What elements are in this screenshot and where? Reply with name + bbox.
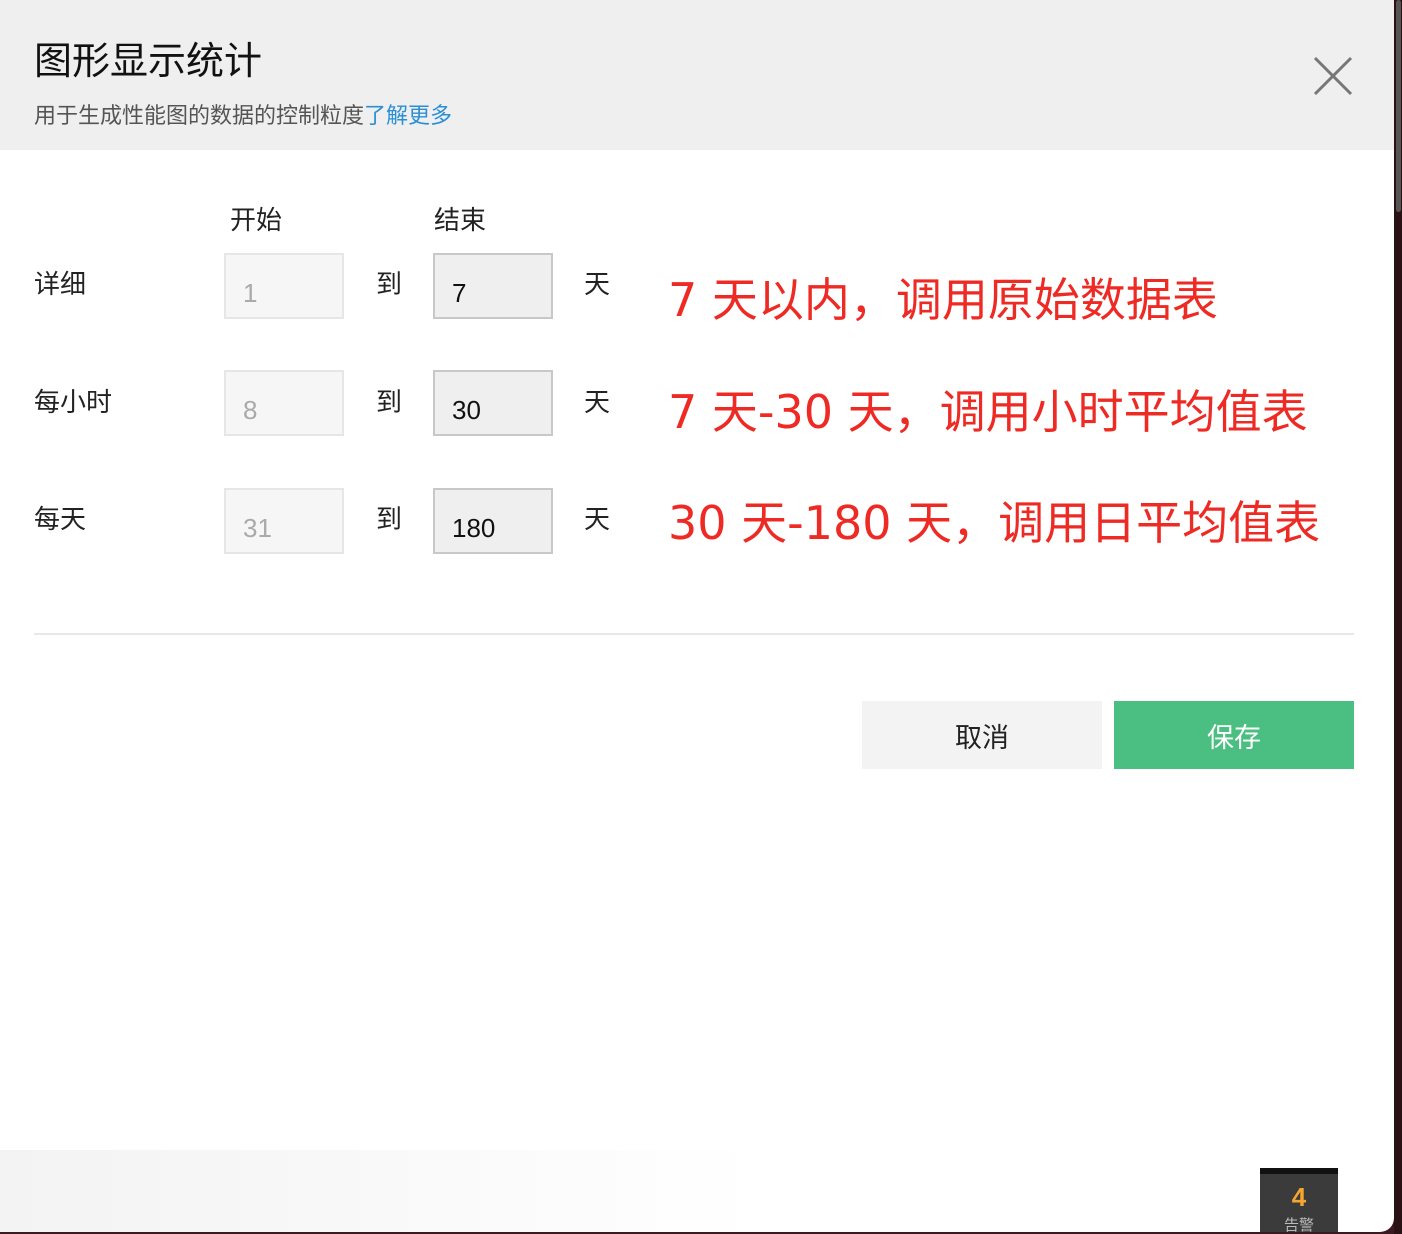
dialog-title: 图形显示统计 — [34, 39, 263, 83]
day-unit-label: 天 — [584, 505, 611, 535]
daily-end-input[interactable]: 180 — [433, 488, 553, 554]
dialog-header: 图形显示统计 用于生成性能图的数据的控制粒度了解更多 — [0, 0, 1394, 150]
to-label: 到 — [376, 505, 403, 535]
alarm-count: 4 — [1291, 1182, 1307, 1212]
row-label-hourly: 每小时 — [34, 388, 113, 418]
row-label-daily: 每天 — [34, 505, 87, 535]
alarm-badge-button[interactable]: 4 告警 — [1260, 1168, 1338, 1232]
detail-start-field: 1 — [224, 253, 344, 319]
hourly-start-field: 8 — [224, 370, 344, 436]
detail-end-input[interactable]: 7 — [433, 253, 553, 319]
dialog-subtitle-text: 用于生成性能图的数据的控制粒度 — [34, 104, 365, 129]
to-label: 到 — [376, 270, 403, 300]
save-button[interactable]: 保存 — [1114, 701, 1354, 769]
dialog-subtitle: 用于生成性能图的数据的控制粒度了解更多 — [34, 98, 452, 130]
learn-more-link[interactable]: 了解更多 — [364, 104, 452, 129]
bottom-shadow — [0, 1150, 760, 1232]
close-button[interactable] — [1306, 50, 1360, 104]
hourly-end-input[interactable]: 30 — [433, 370, 553, 436]
column-header-start: 开始 — [230, 206, 283, 236]
scrollbar-thumb[interactable] — [1396, 0, 1401, 212]
day-unit-label: 天 — [584, 270, 611, 300]
alarm-label: 告警 — [1283, 1216, 1314, 1232]
close-icon — [1313, 56, 1353, 96]
column-header-end: 结束 — [434, 206, 487, 236]
annotation-hourly: 7 天-30 天，调用小时平均值表 — [668, 385, 1308, 439]
day-unit-label: 天 — [584, 388, 611, 418]
graph-statistics-dialog: 图形显示统计 用于生成性能图的数据的控制粒度了解更多 开始 结束 详细 1 到 … — [0, 0, 1394, 1232]
daily-start-field: 31 — [224, 488, 344, 554]
to-label: 到 — [376, 388, 403, 418]
divider — [34, 633, 1354, 635]
cancel-button[interactable]: 取消 — [862, 701, 1102, 769]
annotation-detail: 7 天以内，调用原始数据表 — [668, 273, 1218, 327]
row-label-detail: 详细 — [34, 270, 87, 300]
annotation-daily: 30 天-180 天，调用日平均值表 — [668, 496, 1321, 550]
